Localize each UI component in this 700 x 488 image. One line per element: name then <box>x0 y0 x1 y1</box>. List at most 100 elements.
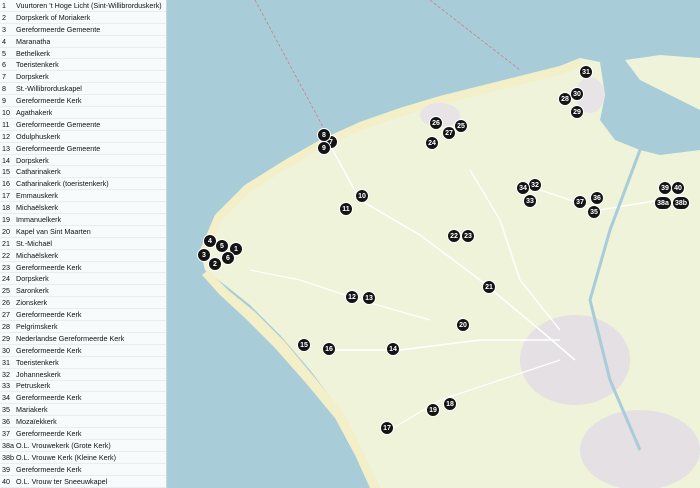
legend-item-number: 7 <box>2 72 6 82</box>
legend-item-name: Gereformeerde Kerk <box>16 429 82 438</box>
legend-item-number: 22 <box>2 250 10 260</box>
legend-item: 23 Gereformeerde Kerk <box>0 262 166 274</box>
map-marker[interactable]: 38b <box>672 196 690 210</box>
legend-item-number: 38b <box>2 452 14 462</box>
legend-item: 33 Petruskerk <box>0 381 166 393</box>
legend-item: 11 Gereformeerde Gemeente <box>0 119 166 131</box>
legend-item-name: Mozaïekkerk <box>16 417 57 427</box>
legend-item-name: Michaëlskerk <box>16 203 58 213</box>
legend-item-name: Toeristenkerk <box>16 357 59 367</box>
map-marker[interactable]: 15 <box>297 338 311 352</box>
map-marker[interactable]: 14 <box>386 342 400 356</box>
legend-item: 13 Gereformeerde Gemeente <box>0 143 166 155</box>
legend-item: 17 Emmauskerk <box>0 190 166 203</box>
map-marker[interactable]: 17 <box>380 421 394 435</box>
legend-item-name: St.-Willibrorduskapel <box>16 84 82 94</box>
legend-item-name: Toeristenkerk <box>16 60 59 70</box>
legend-item-name: Gereformeerde Kerk <box>16 393 82 403</box>
map-marker[interactable]: 9 <box>317 141 331 155</box>
map-marker[interactable]: 6 <box>221 251 235 265</box>
legend-item-name: Gereformeerde Kerk <box>16 96 82 106</box>
legend-item: 37 Gereformeerde Kerk <box>0 428 166 440</box>
map-marker[interactable]: 8 <box>317 128 331 142</box>
map-marker[interactable]: 39 <box>658 181 672 195</box>
legend-item: 38b O.L. Vrouwe Kerk (Kleine Kerk) <box>0 452 166 464</box>
map-marker[interactable]: 25 <box>454 119 468 133</box>
map-marker[interactable]: 10 <box>355 189 369 203</box>
legend-item-number: 32 <box>2 369 10 379</box>
legend-item: 8 St.-Willibrorduskapel <box>0 83 166 96</box>
legend-item-number: 20 <box>2 226 10 236</box>
map-marker[interactable]: 26 <box>429 116 443 130</box>
map-marker[interactable]: 21 <box>482 280 496 294</box>
legend-item: 2 Dorpskerk of Moriakerk <box>0 12 166 24</box>
map-marker[interactable]: 33 <box>523 194 537 208</box>
legend-item-number: 27 <box>2 310 10 320</box>
legend-item-number: 10 <box>2 107 10 117</box>
legend-item: 30 Gereformeerde Kerk <box>0 345 166 357</box>
legend-item-number: 19 <box>2 214 10 224</box>
legend-item-number: 4 <box>2 36 6 46</box>
map-marker[interactable]: 35 <box>587 205 601 219</box>
legend-item-name: Agathakerk <box>16 107 53 117</box>
legend-item-name: Dorpskerk <box>16 274 49 284</box>
map-marker[interactable]: 20 <box>456 318 470 332</box>
legend-item: 5 Bethelkerk <box>0 48 166 60</box>
map-marker[interactable]: 3 <box>197 248 211 262</box>
map-marker[interactable]: 11 <box>339 202 353 216</box>
map-marker[interactable]: 2 <box>208 257 222 271</box>
map-marker[interactable]: 37 <box>573 195 587 209</box>
legend-panel: 1 Vuurtoren 't Hoge Licht (Sint-Willibror… <box>0 0 167 488</box>
legend-item: 36 Mozaïekkerk <box>0 416 166 429</box>
map-marker[interactable]: 40 <box>671 181 685 195</box>
map-marker[interactable]: 32 <box>528 178 542 192</box>
legend-item-number: 39 <box>2 464 10 474</box>
legend-item-number: 5 <box>2 48 6 58</box>
legend-item-number: 24 <box>2 274 10 284</box>
legend-item-name: Gereformeerde Kerk <box>16 310 82 320</box>
legend-item: 27 Gereformeerde Kerk <box>0 309 166 322</box>
legend-item: 15 Catharinakerk <box>0 166 166 179</box>
legend-item-name: Dorpskerk <box>16 155 49 165</box>
legend-item-name: Gereformeerde Kerk <box>16 464 82 474</box>
legend-item: 25 Saronkerk <box>0 285 166 298</box>
map-marker[interactable]: 22 <box>447 229 461 243</box>
map-marker[interactable]: 13 <box>362 291 376 305</box>
legend-item-number: 13 <box>2 143 10 153</box>
legend-item-number: 14 <box>2 155 10 165</box>
legend-item-name: Bethelkerk <box>16 48 50 58</box>
legend-item-number: 25 <box>2 286 10 296</box>
map-marker[interactable]: 29 <box>570 105 584 119</box>
map-marker[interactable]: 18 <box>443 397 457 411</box>
map-marker[interactable]: 23 <box>461 229 475 243</box>
legend-item: 28 Pelgrimskerk <box>0 321 166 333</box>
map-marker[interactable]: 38a <box>654 196 672 210</box>
legend-item-name: Johanneskerk <box>16 369 61 379</box>
legend-item-number: 16 <box>2 179 10 189</box>
legend-item: 35 Mariakerk <box>0 404 166 417</box>
map-marker[interactable]: 19 <box>426 403 440 417</box>
legend-item: 7 Dorpskerk <box>0 71 166 84</box>
legend-item: 19 Immanuelkerk <box>0 214 166 226</box>
map-marker[interactable]: 16 <box>322 342 336 356</box>
map-marker[interactable]: 34 <box>516 181 530 195</box>
legend-item-number: 28 <box>2 321 10 331</box>
map-marker[interactable]: 24 <box>425 136 439 150</box>
legend-item: 12 Odulphuskerk <box>0 131 166 143</box>
map-marker[interactable]: 27 <box>442 126 456 140</box>
map-marker[interactable]: 12 <box>345 290 359 304</box>
map-marker[interactable]: 30 <box>570 87 584 101</box>
legend-item-name: O.L. Vrouw ter Sneeuwkapel <box>16 476 108 486</box>
legend-item-number: 8 <box>2 84 6 94</box>
legend-item-name: Nederlandse Gereformeerde Kerk <box>16 333 125 343</box>
legend-item-number: 3 <box>2 24 6 34</box>
legend-item-name: Immanuelkerk <box>16 214 62 224</box>
legend-item-name: Vuurtoren 't Hoge Licht (Sint-Willibrord… <box>16 0 162 10</box>
legend-item-name: Gereformeerde Kerk <box>16 262 82 272</box>
map-marker[interactable]: 36 <box>590 191 604 205</box>
legend-item: 22 Michaëlskerk <box>0 250 166 262</box>
legend-item-number: 31 <box>2 357 10 367</box>
legend-item-name: Mariakerk <box>16 405 48 415</box>
map-marker[interactable]: 31 <box>579 65 593 79</box>
legend-item-number: 11 <box>2 119 10 129</box>
